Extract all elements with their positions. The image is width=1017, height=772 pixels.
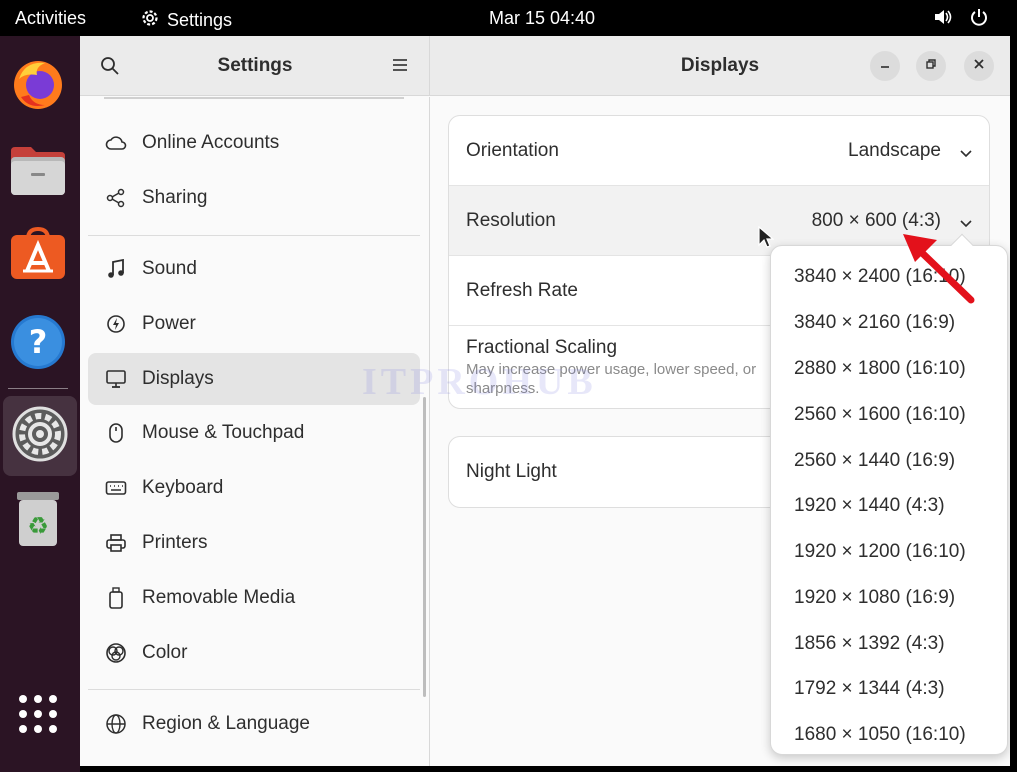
sidebar-item-keyboard[interactable]: Keyboard — [88, 462, 420, 514]
power-bolt-icon — [104, 312, 128, 336]
settings-launcher[interactable] — [3, 396, 77, 476]
night-light-label: Night Light — [466, 461, 557, 482]
sidebar-item-printers[interactable]: Printers — [88, 517, 420, 569]
sidebar-scrollbar[interactable] — [423, 397, 426, 697]
screen-edge — [80, 766, 1017, 772]
sidebar-title: Settings — [217, 55, 293, 76]
resolution-option[interactable]: 2560 × 1440 (16:9) — [772, 438, 1006, 484]
software-launcher[interactable] — [8, 226, 68, 286]
sidebar-header: Settings — [80, 36, 430, 96]
resolution-option[interactable]: 2880 × 1800 (16:10) — [772, 346, 1006, 392]
sidebar-item-region-language[interactable]: Region & Language — [88, 698, 420, 750]
app-grid-icon — [18, 694, 58, 739]
sidebar-item-label: Sound — [142, 258, 197, 279]
system-tray[interactable] — [933, 7, 989, 32]
mouse-pointer-icon — [758, 225, 775, 255]
volume-icon[interactable] — [933, 8, 953, 31]
show-applications-button[interactable] — [8, 686, 68, 746]
sidebar-item-online-accounts[interactable]: Online Accounts — [88, 117, 420, 169]
keyboard-icon — [104, 476, 128, 500]
sidebar-item-label: Keyboard — [142, 477, 224, 498]
sidebar-item-label: Power — [142, 313, 196, 334]
mouse-icon — [104, 421, 128, 445]
activities-button[interactable]: Activities — [15, 8, 86, 29]
resolution-option[interactable]: 1920 × 1200 (16:10) — [772, 529, 1006, 575]
sidebar-item-sound[interactable]: Sound — [88, 243, 420, 295]
sidebar-item-displays[interactable]: Displays — [88, 353, 420, 405]
resolution-option[interactable]: 1920 × 1080 (16:9) — [772, 575, 1006, 621]
cloud-icon — [104, 131, 128, 155]
orientation-value: Landscape — [848, 140, 941, 161]
sidebar-item-power[interactable]: Power — [88, 298, 420, 350]
resolution-option[interactable]: 1792 × 1344 (4:3) — [772, 666, 1006, 712]
clock[interactable]: Mar 15 04:40 — [489, 8, 595, 29]
orientation-label: Orientation — [466, 139, 559, 161]
dock-separator — [8, 388, 68, 389]
minimize-button[interactable] — [870, 51, 900, 81]
color-icon — [104, 641, 128, 665]
sidebar-item-label: Color — [142, 642, 188, 663]
orientation-row[interactable]: Orientation Landscape — [449, 116, 989, 186]
resolution-option[interactable]: 1680 × 1050 (16:10) — [772, 712, 1006, 758]
help-launcher[interactable]: ? — [8, 314, 68, 374]
usb-drive-icon — [104, 586, 128, 610]
dock: ? ♻ — [0, 36, 80, 772]
monitor-icon — [104, 367, 128, 391]
app-menu-label: Settings — [167, 10, 233, 30]
restore-icon — [925, 57, 937, 75]
annotation-arrow-icon — [895, 228, 980, 313]
sidebar-item-sharing[interactable]: Sharing — [88, 172, 420, 224]
sidebar-separator — [88, 689, 420, 690]
firefox-icon — [11, 57, 65, 116]
sidebar-item-label: Printers — [142, 532, 208, 553]
sidebar-item-label: Removable Media — [142, 587, 296, 608]
folder-icon — [9, 143, 67, 202]
minimize-icon — [879, 57, 891, 75]
sidebar-item-removable-media[interactable]: Removable Media — [88, 572, 420, 624]
hamburger-menu-icon[interactable] — [392, 58, 408, 77]
sidebar[interactable]: Online Accounts Sharing Sound Power Disp… — [80, 97, 430, 766]
resolution-option[interactable]: 2560 × 1600 (16:10) — [772, 392, 1006, 438]
screen-edge — [1010, 36, 1017, 772]
chevron-down-icon — [959, 142, 973, 164]
software-store-icon — [9, 226, 67, 286]
svg-text:?: ? — [29, 323, 48, 361]
sidebar-item-label: Mouse & Touchpad — [142, 422, 305, 443]
sidebar-item-label: Displays — [142, 368, 214, 389]
firefox-launcher[interactable] — [8, 56, 68, 116]
app-menu[interactable]: Settings — [140, 8, 232, 33]
gear-icon — [140, 8, 160, 33]
resolution-option[interactable]: 1856 × 1392 (4:3) — [772, 621, 1006, 667]
files-launcher[interactable] — [8, 142, 68, 202]
help-icon: ? — [9, 313, 67, 376]
fractional-scaling-description-line2: sharpness. — [466, 380, 540, 397]
settings-gear-icon — [10, 404, 70, 469]
top-bar: Activities Settings Mar 15 04:40 — [0, 0, 1017, 36]
trash-icon: ♻ — [13, 490, 63, 555]
resolution-option[interactable]: 1920 × 1440 (4:3) — [772, 483, 1006, 529]
maximize-button[interactable] — [916, 51, 946, 81]
main-header: Displays — [430, 36, 1010, 96]
close-button[interactable] — [964, 51, 994, 81]
svg-text:♻: ♻ — [27, 512, 49, 540]
trash-launcher[interactable]: ♻ — [8, 490, 68, 555]
music-note-icon — [104, 257, 128, 281]
close-icon — [973, 57, 985, 75]
printer-icon — [104, 531, 128, 555]
share-icon — [104, 186, 128, 210]
fractional-scaling-description-line1: May increase power usage, lower speed, o… — [466, 361, 757, 378]
resolution-label: Resolution — [466, 209, 556, 231]
globe-icon — [104, 712, 128, 736]
resolution-dropdown[interactable]: 3840 × 2400 (16:10) 3840 × 2160 (16:9) 2… — [770, 233, 1008, 758]
power-icon[interactable] — [969, 7, 989, 32]
scrolled-off-item — [104, 97, 404, 99]
fractional-scaling-label: Fractional Scaling — [466, 337, 618, 358]
refresh-rate-label: Refresh Rate — [466, 279, 578, 301]
sidebar-item-color[interactable]: Color — [88, 627, 420, 679]
sidebar-separator — [88, 235, 420, 236]
sidebar-item-mouse-touchpad[interactable]: Mouse & Touchpad — [88, 407, 420, 459]
sidebar-item-label: Region & Language — [142, 713, 310, 734]
sidebar-item-label: Online Accounts — [142, 132, 280, 153]
sidebar-item-label: Sharing — [142, 187, 208, 208]
